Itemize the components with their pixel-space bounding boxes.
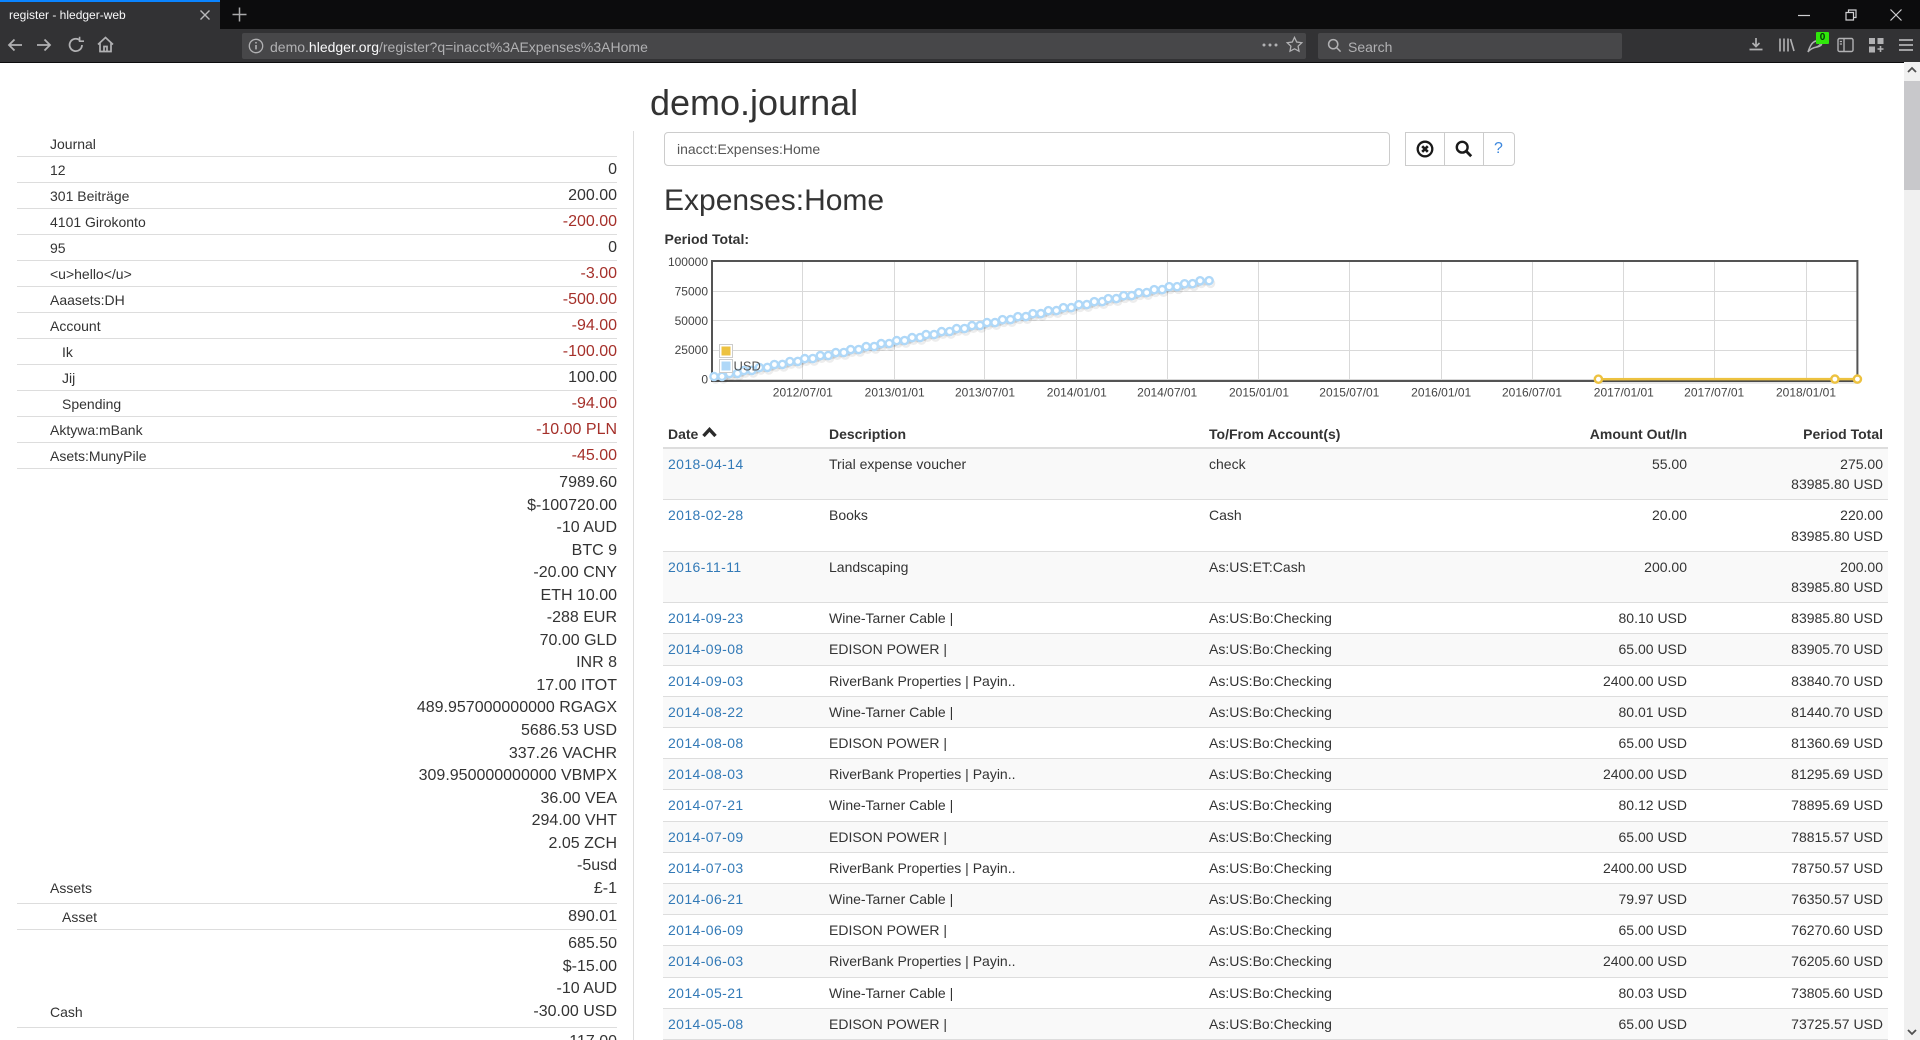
svg-text:25000: 25000 xyxy=(675,343,709,357)
svg-text:2016/01/01: 2016/01/01 xyxy=(1411,386,1471,400)
svg-text:2015/01/01: 2015/01/01 xyxy=(1229,386,1289,400)
svg-text:2017/07/01: 2017/07/01 xyxy=(1684,386,1744,400)
svg-text:2016/07/01: 2016/07/01 xyxy=(1502,386,1562,400)
svg-text:100000: 100000 xyxy=(668,255,708,269)
svg-text:2014/01/01: 2014/01/01 xyxy=(1047,386,1107,400)
svg-text:2013/07/01: 2013/07/01 xyxy=(955,386,1015,400)
svg-text:2013/01/01: 2013/01/01 xyxy=(865,386,925,400)
svg-text:USD: USD xyxy=(734,359,761,374)
svg-text:2012/07/01: 2012/07/01 xyxy=(773,386,833,400)
svg-text:2015/07/01: 2015/07/01 xyxy=(1319,386,1379,400)
svg-text:50000: 50000 xyxy=(675,314,709,328)
svg-text:75000: 75000 xyxy=(675,284,709,298)
svg-text:2014/07/01: 2014/07/01 xyxy=(1137,386,1197,400)
svg-text:0: 0 xyxy=(701,373,708,387)
svg-text:2018/01/01: 2018/01/01 xyxy=(1776,386,1836,400)
svg-text:2017/01/01: 2017/01/01 xyxy=(1594,386,1654,400)
